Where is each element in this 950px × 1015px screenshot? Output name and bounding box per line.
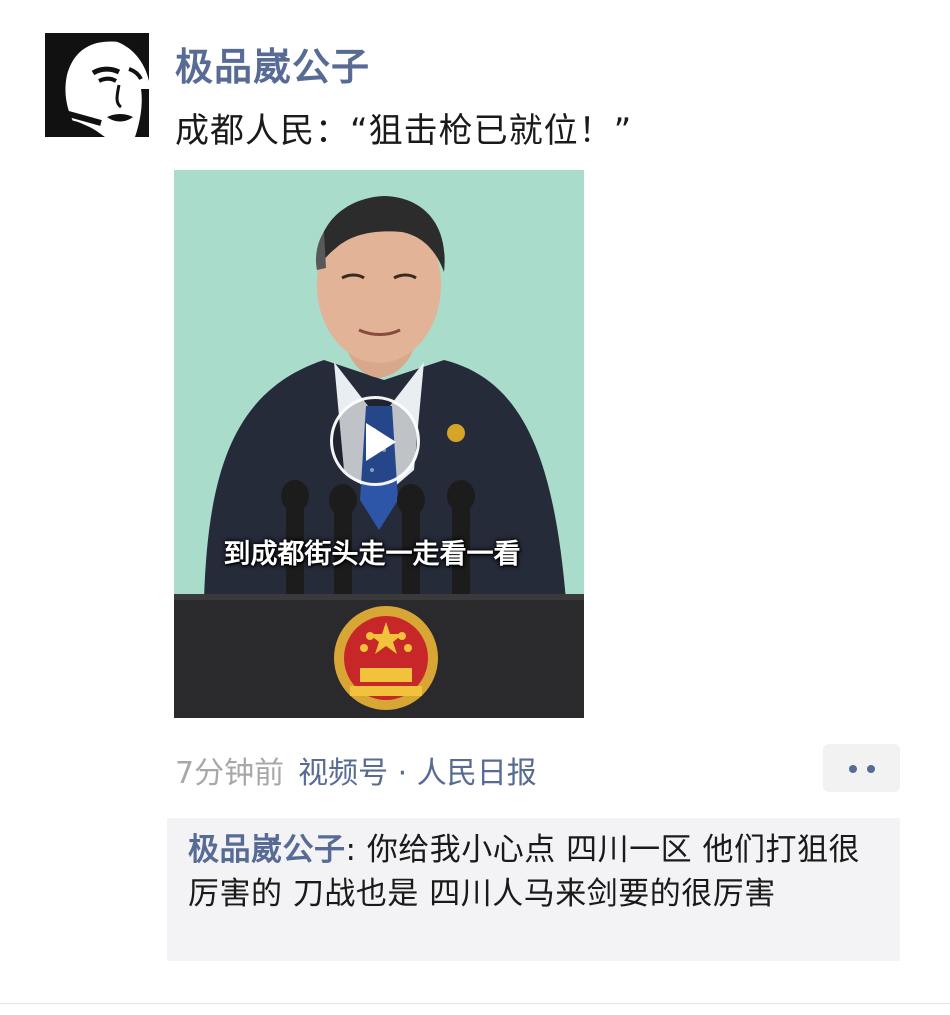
video-thumbnail[interactable]: 到成都街头走一走看一看: [174, 170, 584, 718]
post-source-link[interactable]: 视频号 · 人民日报: [298, 756, 537, 791]
more-actions-button[interactable]: [823, 744, 900, 792]
post-text: 成都人民：“狙击枪已就位！”: [175, 111, 633, 151]
avatar[interactable]: [45, 33, 149, 137]
moments-post: 极品崴公子 成都人民：“狙击枪已就位！” 到成都街头走一走看一看 7分钟前 视频…: [0, 0, 950, 1015]
comment-separator: :: [345, 832, 367, 868]
ellipsis-icon: [849, 765, 857, 773]
divider: [0, 1003, 950, 1004]
ellipsis-icon: [867, 765, 875, 773]
comment-author[interactable]: 极品崴公子: [188, 832, 346, 868]
comment-section: 极品崴公子: 你给我小心点 四川一区 他们打狙很厉害的 刀战也是 四川人马来剑要…: [167, 818, 900, 961]
video-subtitle: 到成都街头走一走看一看: [223, 539, 521, 570]
comment-item[interactable]: 极品崴公子: 你给我小心点 四川一区 他们打狙很厉害的 刀战也是 四川人马来剑要…: [188, 828, 888, 916]
play-button[interactable]: [330, 396, 420, 486]
avatar-portrait-icon: [45, 33, 149, 137]
post-meta: 7分钟前 视频号 · 人民日报: [175, 748, 537, 792]
post-time: 7分钟前: [175, 756, 285, 791]
play-icon: [366, 423, 396, 461]
username[interactable]: 极品崴公子: [175, 36, 370, 91]
